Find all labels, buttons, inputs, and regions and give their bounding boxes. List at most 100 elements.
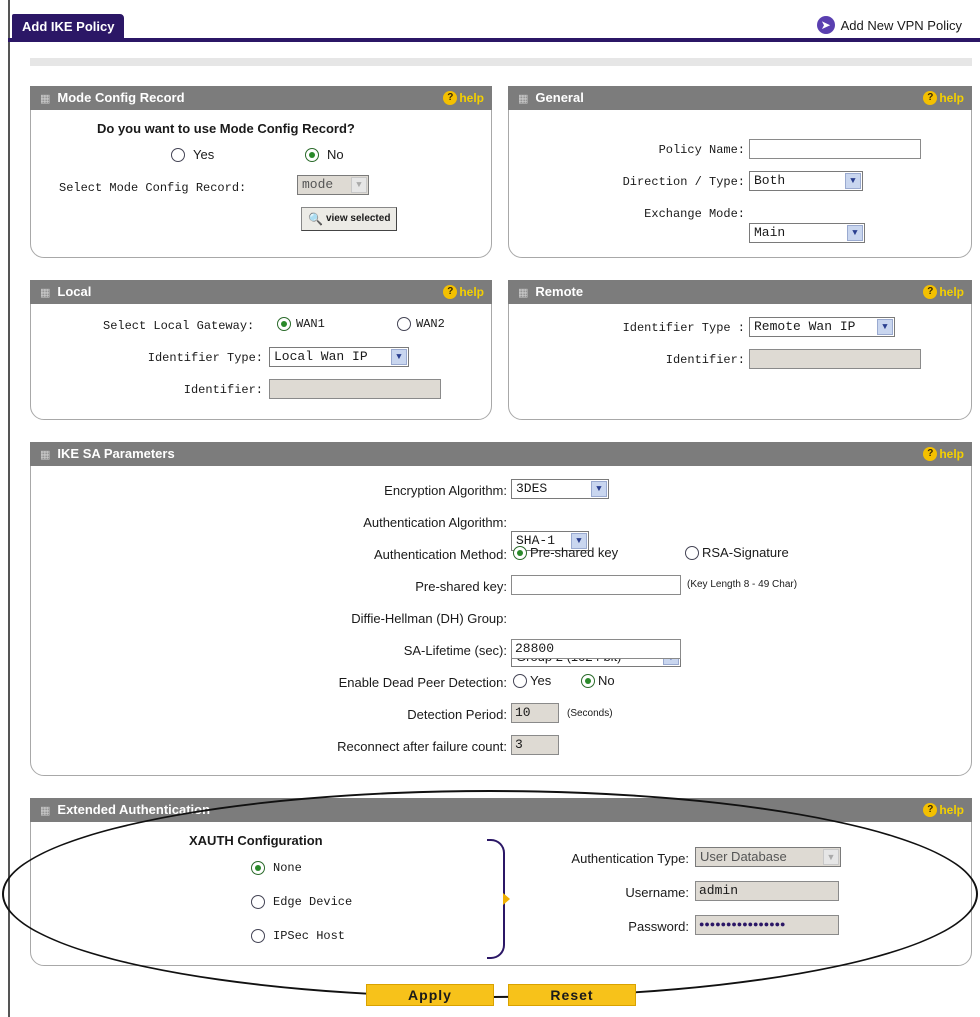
remote-identifier-label: Identifier: [665,353,745,367]
rsa-signature-option[interactable]: RSA-Signature [685,545,789,560]
chevron-down-icon: ▼ [845,173,861,189]
direction-type-select[interactable]: Both ▼ [749,171,863,191]
help-link[interactable]: ? help [443,280,484,304]
help-link[interactable]: ? help [923,280,964,304]
psk-hint: (Key Length 8 - 49 Char) [687,579,798,590]
add-new-vpn-policy-label: Add New VPN Policy [840,17,962,33]
radio-no[interactable] [305,147,319,162]
username-input[interactable]: admin [695,881,839,901]
ipsec-host-label: IPSec Host [273,929,346,943]
reconnect-label: Reconnect after failure count: [337,739,507,754]
xauth-option-none[interactable]: None [251,861,302,875]
help-label: help [939,447,964,461]
remote-identifier-type-select[interactable]: Remote Wan IP ▼ [749,317,895,337]
reset-button[interactable]: Reset [508,984,636,1006]
mode-config-yes-option[interactable]: Yes [171,147,214,162]
chevron-down-icon: ▼ [591,481,607,497]
exchange-mode-label: Exchange Mode: [644,207,745,221]
radio-ipsec-host[interactable] [251,929,265,943]
local-identifier-input[interactable] [269,379,441,399]
wan1-option[interactable]: WAN1 [277,317,325,331]
help-label: help [459,285,484,299]
detection-period-label: Detection Period: [407,707,507,722]
detection-period-input[interactable]: 10 [511,703,559,723]
encryption-select[interactable]: 3DES ▼ [511,479,609,499]
remote-identifier-type-label: Identifier Type : [622,321,745,335]
remote-identifier-type-value: Remote Wan IP [754,319,856,334]
dpd-no-option[interactable]: No [581,673,615,688]
add-new-vpn-policy-link[interactable]: ➤ Add New VPN Policy [816,16,962,34]
no-label: No [327,147,344,162]
psk-input[interactable] [511,575,681,595]
select-mode-config-label: Select Mode Config Record: [59,181,247,195]
radio-edge-device[interactable] [251,895,265,909]
radio-none[interactable] [251,861,265,875]
local-title: Local [57,284,92,299]
chevron-down-icon: ▼ [877,319,893,335]
help-link[interactable]: ? help [443,86,484,110]
pre-shared-key-option-label: Pre-shared key [530,545,619,560]
auth-method-label: Authentication Method: [374,547,507,562]
radio-dpd-yes[interactable] [513,673,527,688]
password-input[interactable]: ●●●●●●●●●●●●●●●● [695,915,839,935]
help-link[interactable]: ? help [923,86,964,110]
mode-config-select[interactable]: mode ▼ [297,175,369,195]
wan2-option[interactable]: WAN2 [397,317,445,331]
radio-rsa-signature[interactable] [685,545,699,560]
remote-title: Remote [535,284,584,299]
view-selected-button[interactable]: 🔍 view selected [301,207,398,231]
local-identifier-type-value: Local Wan IP [274,349,368,364]
help-label: help [939,91,964,105]
radio-wan1[interactable] [277,317,291,331]
password-label: Password: [628,919,689,934]
radio-dpd-no[interactable] [581,673,595,688]
dpd-yes-label: Yes [530,673,552,688]
help-icon: ? [923,91,938,105]
general-header: ▦ General ? help [508,86,972,110]
local-gateway-label: Select Local Gateway: [103,319,255,333]
auth-type-select[interactable]: User Database ▼ [695,847,841,867]
authentication-algorithm-label: Authentication Algorithm: [363,515,507,530]
grip-icon: ▦ [40,287,50,299]
xauth-option-edge-device[interactable]: Edge Device [251,895,352,909]
local-panel: ▦ Local ? help Select Local Gateway: WAN1 … [30,280,492,420]
help-icon: ? [443,285,458,299]
arrow-right-icon: ➤ [816,16,835,34]
radio-pre-shared-key[interactable] [513,545,527,560]
xauth-option-ipsec-host[interactable]: IPSec Host [251,929,345,943]
arrow-right-icon [503,893,510,905]
xauth-config-title: XAUTH Configuration [189,833,323,848]
local-identifier-type-label: Identifier Type: [147,351,263,365]
policy-name-label: Policy Name: [658,143,745,157]
auth-type-label: Authentication Type: [571,851,689,866]
local-identifier-type-select[interactable]: Local Wan IP ▼ [269,347,409,367]
ike-sa-panel: ▦ IKE SA Parameters ? help Encryption Algo… [30,442,972,776]
dpd-label: Enable Dead Peer Detection: [338,675,507,690]
sa-lifetime-input[interactable]: 28800 [511,639,681,659]
exchange-mode-value: Main [754,225,786,240]
tab-add-ike-policy[interactable]: Add IKE Policy [12,14,125,40]
encryption-value: 3DES [516,481,548,496]
edge-device-label: Edge Device [273,895,353,909]
help-icon: ? [923,285,938,299]
exchange-mode-select[interactable]: Main ▼ [749,223,865,243]
magnifier-icon: 🔍 [308,212,323,226]
policy-name-input[interactable] [749,139,921,159]
pre-shared-key-option[interactable]: Pre-shared key [513,545,618,560]
reconnect-input[interactable]: 3 [511,735,559,755]
help-icon: ? [923,803,938,817]
radio-yes[interactable] [171,147,185,162]
chevron-down-icon: ▼ [391,349,407,365]
remote-identifier-input[interactable] [749,349,921,369]
help-link[interactable]: ? help [923,798,964,822]
help-link[interactable]: ? help [923,442,964,466]
general-panel: ▦ General ? help Policy Name: Direction / … [508,86,972,258]
mode-config-select-value: mode [302,177,334,192]
grip-icon: ▦ [40,805,50,817]
mode-config-no-option[interactable]: No [305,147,344,162]
radio-wan2[interactable] [397,317,411,331]
dpd-yes-option[interactable]: Yes [513,673,551,688]
mode-config-panel: ▦ Mode Config Record ? help Do you want to… [30,86,492,258]
xauth-header: ▦ Extended Authentication ? help [30,798,972,822]
apply-button[interactable]: Apply [366,984,494,1006]
